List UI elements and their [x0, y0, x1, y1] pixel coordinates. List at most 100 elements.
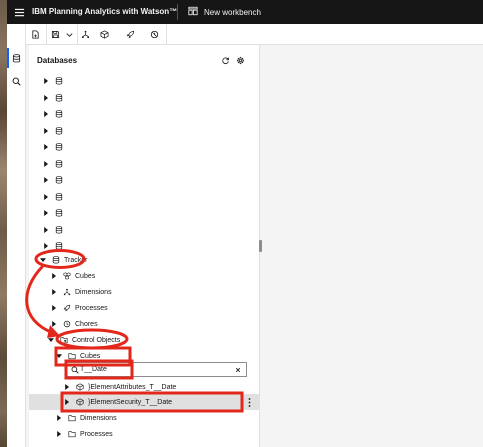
- database-row[interactable]: [29, 73, 260, 89]
- chevron-right-icon[interactable]: [41, 93, 51, 103]
- chevron-down-icon[interactable]: [46, 335, 56, 345]
- toolbar-divider: [46, 24, 47, 45]
- tree-node-label: Processes: [75, 305, 108, 312]
- chevron-down-icon[interactable]: [54, 351, 64, 361]
- tree-node-processes[interactable]: Processes: [29, 300, 260, 316]
- database-icon: [54, 93, 64, 103]
- tree-node-control-dimensions[interactable]: Dimensions: [29, 410, 260, 426]
- panel-title: Databases: [37, 56, 78, 65]
- save-icon[interactable]: [48, 27, 63, 42]
- workbench-icon: [188, 6, 198, 18]
- workbench-canvas: [262, 45, 483, 447]
- tree-node-label: }ElementAttributes_T__Date: [88, 384, 177, 391]
- hierarchy-icon[interactable]: [78, 27, 93, 42]
- cubes-icon: [62, 271, 72, 281]
- database-icon: [54, 192, 64, 202]
- chevron-right-icon[interactable]: [41, 225, 51, 235]
- chevron-right-icon[interactable]: [41, 142, 51, 152]
- tree-node-element-security[interactable]: }ElementSecurity_T__Date: [29, 394, 260, 410]
- hamburger-menu-icon[interactable]: [10, 3, 28, 21]
- cube-filter-field[interactable]: [65, 362, 247, 377]
- folder-icon: [67, 413, 77, 423]
- tree-node-label: Cubes: [75, 273, 96, 280]
- control-objects-icon: [59, 335, 69, 345]
- clear-icon[interactable]: [233, 365, 242, 374]
- database-row[interactable]: [29, 172, 260, 188]
- database-row[interactable]: [29, 156, 260, 172]
- tree-node-cubes[interactable]: Cubes: [29, 268, 260, 284]
- toolbar-divider: [166, 24, 167, 45]
- database-icon: [54, 241, 64, 251]
- database-icon[interactable]: [9, 50, 24, 66]
- database-icon: [54, 175, 64, 185]
- database-icon: [54, 142, 64, 152]
- tree-node-label: Chores: [75, 321, 98, 328]
- folder-icon: [67, 429, 77, 439]
- tree-node-chores[interactable]: Chores: [29, 316, 260, 332]
- database-row[interactable]: [29, 189, 260, 205]
- tree-node-element-attributes[interactable]: }ElementAttributes_T__Date: [29, 379, 260, 395]
- chevron-right-icon[interactable]: [41, 109, 51, 119]
- rocket-icon[interactable]: [123, 27, 138, 42]
- cube-icon: [75, 382, 85, 392]
- workbench-switcher[interactable]: New workbench: [188, 4, 261, 20]
- chevron-right-icon[interactable]: [54, 429, 64, 439]
- tree-node-label: Processes: [80, 431, 113, 438]
- chevron-right-icon[interactable]: [41, 126, 51, 136]
- chevron-right-icon[interactable]: [62, 397, 72, 407]
- chevron-right-icon[interactable]: [41, 159, 51, 169]
- search-icon: [70, 365, 79, 374]
- tree-node-label: Cubes: [80, 353, 101, 360]
- database-row[interactable]: [29, 90, 260, 106]
- chevron-right-icon[interactable]: [49, 287, 59, 297]
- timer-icon[interactable]: [147, 27, 162, 42]
- database-row[interactable]: [29, 222, 260, 238]
- chevron-right-icon[interactable]: [62, 382, 72, 392]
- tree-node-dimensions[interactable]: Dimensions: [29, 284, 260, 300]
- tree-node-control-processes[interactable]: Processes: [29, 426, 260, 442]
- chores-icon: [62, 319, 72, 329]
- tree-node-label: Dimensions: [80, 415, 117, 422]
- search-icon[interactable]: [9, 73, 24, 89]
- chevron-right-icon[interactable]: [41, 192, 51, 202]
- tree-node-control-objects[interactable]: Control Objects: [29, 332, 260, 348]
- tree-node-label: Tracker: [64, 257, 88, 264]
- header-divider: [177, 4, 178, 20]
- database-icon: [54, 76, 64, 86]
- tree-node-label: Dimensions: [75, 289, 112, 296]
- database-row[interactable]: [29, 123, 260, 139]
- database-row[interactable]: [29, 106, 260, 122]
- refresh-icon[interactable]: [219, 54, 231, 66]
- chevron-right-icon[interactable]: [49, 303, 59, 313]
- processes-icon: [62, 303, 72, 313]
- chevron-down-icon[interactable]: [63, 27, 75, 42]
- cube-icon[interactable]: [97, 27, 112, 42]
- chevron-right-icon[interactable]: [41, 175, 51, 185]
- dimensions-icon: [62, 287, 72, 297]
- app-name[interactable]: IBM Planning Analytics with Watson™: [32, 7, 177, 16]
- chevron-down-icon[interactable]: [38, 255, 48, 265]
- side-navigation: [7, 24, 26, 447]
- cube-filter-input[interactable]: [80, 364, 230, 375]
- database-row[interactable]: [29, 205, 260, 221]
- tree-node-label: Control Objects: [72, 337, 121, 344]
- database-icon: [54, 126, 64, 136]
- database-icon: [54, 109, 64, 119]
- settings-icon[interactable]: [234, 54, 246, 66]
- top-bar: IBM Planning Analytics with Watson™ New …: [7, 0, 483, 24]
- cube-icon: [75, 397, 85, 407]
- chevron-right-icon[interactable]: [54, 413, 64, 423]
- background-photo-strip: [0, 0, 7, 447]
- tree-node-label: }ElementSecurity_T__Date: [88, 399, 173, 406]
- new-file-icon[interactable]: [28, 27, 43, 42]
- chevron-right-icon[interactable]: [49, 271, 59, 281]
- chevron-right-icon[interactable]: [49, 319, 59, 329]
- chevron-right-icon[interactable]: [41, 76, 51, 86]
- overflow-menu-icon[interactable]: [246, 397, 252, 407]
- chevron-right-icon[interactable]: [41, 208, 51, 218]
- toolbar: [26, 24, 483, 45]
- chevron-right-icon[interactable]: [41, 241, 51, 251]
- database-icon: [51, 255, 61, 265]
- database-row-tracker[interactable]: Tracker: [29, 252, 260, 268]
- database-row[interactable]: [29, 139, 260, 155]
